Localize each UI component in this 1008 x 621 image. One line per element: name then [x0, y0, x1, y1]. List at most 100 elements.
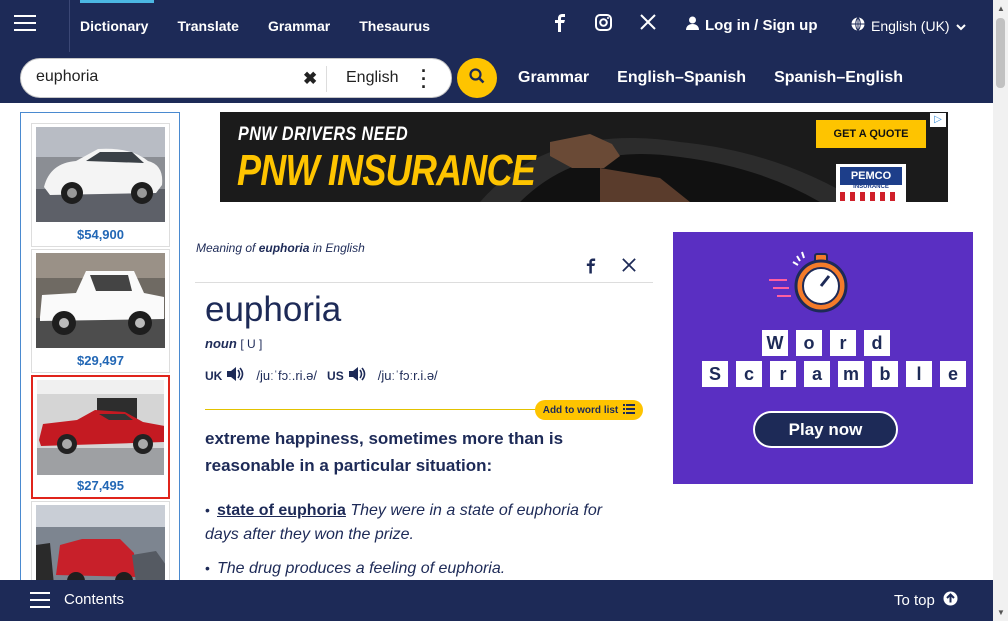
login-label: Log in / Sign up: [705, 16, 818, 34]
speaker-icon[interactable]: [226, 366, 244, 385]
letter-tile: r: [830, 330, 856, 356]
pemco-logo: PEMCO INSURANCE: [836, 164, 906, 202]
logo-text: PEMCO: [840, 167, 902, 185]
word-scramble-ad[interactable]: W o r d S c r a m b l e Play now: [673, 232, 973, 484]
letter-tile: l: [906, 361, 932, 387]
search-divider: [326, 66, 327, 92]
page-scrollbar[interactable]: ▲ ▼: [993, 0, 1008, 621]
share-x-icon[interactable]: [622, 258, 636, 277]
example-sentence: • state of euphoria They were in a state …: [205, 498, 615, 547]
word-tiles-row-1: W o r d: [762, 330, 890, 356]
link-english-spanish[interactable]: English–Spanish: [617, 69, 746, 87]
car-price: $29,497: [77, 353, 124, 368]
more-options-icon[interactable]: · · ·: [421, 62, 427, 96]
x-twitter-icon[interactable]: [640, 14, 656, 35]
ad-cta-button[interactable]: GET A QUOTE: [816, 120, 926, 148]
car-image: [37, 380, 164, 475]
main-nav: Dictionary Translate Grammar Thesaurus: [80, 0, 459, 52]
insurance-ad-banner[interactable]: PNW DRIVERS NEED PNW INSURANCE GET A QUO…: [220, 112, 948, 202]
search-button[interactable]: [457, 58, 497, 98]
car-price: $27,495: [77, 478, 124, 493]
letter-tile: e: [940, 361, 966, 387]
word-tiles-row-2: S c r a m b l e: [702, 361, 966, 387]
letter-tile: r: [770, 361, 796, 387]
letter-tile: c: [736, 361, 762, 387]
nav-dictionary[interactable]: Dictionary: [80, 0, 155, 52]
pronunciation-row: UK /juːˈfɔː.ri.ə/ US /juːˈfɔːr.i.ə/: [205, 366, 448, 385]
search-quick-links: Grammar English–Spanish Spanish–English: [518, 69, 903, 87]
search-icon: [469, 67, 485, 89]
facebook-icon[interactable]: [554, 14, 566, 37]
search-bar: ✖ English ··· Grammar English–Spanish Sp…: [0, 52, 993, 103]
section-rule: [205, 409, 545, 410]
clear-icon[interactable]: ✖: [303, 69, 317, 89]
letter-tile: m: [838, 361, 864, 387]
bullet: •: [205, 560, 210, 576]
list-icon: [623, 403, 636, 417]
share-facebook-icon[interactable]: [586, 258, 596, 279]
example-sentence: • The drug produces a feeling of euphoria…: [205, 556, 615, 581]
car-listing-item-selected[interactable]: $27,495: [31, 375, 170, 499]
to-top-label: To top: [894, 592, 935, 609]
car-listing-item[interactable]: $29,497: [31, 249, 170, 373]
instagram-icon[interactable]: [595, 14, 612, 36]
pos-label: noun: [205, 336, 237, 351]
car-image: [36, 127, 165, 222]
scroll-up-arrow-icon[interactable]: ▲: [997, 4, 1005, 13]
car-listing-item[interactable]: [31, 501, 170, 581]
add-to-word-list-button[interactable]: Add to word list: [535, 400, 643, 420]
us-label: US: [327, 368, 344, 383]
letter-tile: b: [872, 361, 898, 387]
scroll-thumb[interactable]: [996, 18, 1005, 88]
letter-tile: a: [804, 361, 830, 387]
chevron-down-icon: [955, 18, 966, 34]
logo-sub-text: INSURANCE: [853, 184, 889, 190]
ad-headline-2: PNW INSURANCE: [237, 146, 536, 195]
link-spanish-english[interactable]: Spanish–English: [774, 69, 903, 87]
entry-divider: [195, 282, 653, 283]
link-grammar[interactable]: Grammar: [518, 69, 589, 87]
menu-icon[interactable]: [14, 15, 36, 33]
crumb-prefix: Meaning of: [196, 241, 259, 255]
nav-grammar[interactable]: Grammar: [268, 0, 330, 52]
arrow-up-circle-icon: [943, 591, 958, 610]
globe-icon: [851, 17, 865, 34]
search-input[interactable]: [36, 68, 296, 86]
to-top-link[interactable]: To top: [894, 591, 958, 610]
top-nav-bar: Dictionary Translate Grammar Thesaurus L…: [0, 0, 993, 52]
login-link[interactable]: Log in / Sign up: [686, 16, 817, 34]
uk-label: UK: [205, 368, 223, 383]
play-now-button[interactable]: Play now: [753, 411, 898, 448]
uk-ipa: /juːˈfɔː.ri.ə/: [256, 368, 318, 383]
car-listing-ad: $54,900 $29,497 $27,495: [20, 112, 180, 582]
contents-menu-icon[interactable]: [30, 592, 50, 608]
part-of-speech: noun [ U ]: [205, 336, 262, 351]
speaker-icon[interactable]: [348, 366, 366, 385]
example-keyword[interactable]: state of euphoria: [217, 502, 346, 519]
us-ipa: /juːˈfɔːr.i.ə/: [377, 368, 438, 383]
letter-tile: W: [762, 330, 788, 356]
ad-headline-1: PNW DRIVERS NEED: [238, 124, 409, 145]
bullet: •: [205, 502, 210, 518]
car-listing-item[interactable]: $54,900: [31, 123, 170, 247]
example-text: The drug produces a feeling of euphoria.: [217, 560, 506, 577]
letter-tile: o: [796, 330, 822, 356]
bottom-bar: Contents To top: [0, 580, 993, 621]
grammar-code: [ U ]: [240, 337, 263, 351]
crumb-suffix: in English: [309, 241, 365, 255]
language-selector[interactable]: English (UK): [851, 17, 966, 34]
nav-thesaurus[interactable]: Thesaurus: [359, 0, 430, 52]
letter-tile: d: [864, 330, 890, 356]
adchoices-icon[interactable]: ▷: [930, 113, 946, 127]
search-box: ✖ English ···: [20, 58, 452, 98]
nav-divider: [69, 0, 70, 52]
search-language[interactable]: English: [346, 69, 398, 87]
add-to-list-label: Add to word list: [542, 404, 619, 416]
scroll-down-arrow-icon[interactable]: ▼: [997, 608, 1005, 617]
letter-tile: S: [702, 361, 728, 387]
headword: euphoria: [205, 290, 342, 329]
nav-translate[interactable]: Translate: [177, 0, 238, 52]
car-image: [36, 505, 165, 581]
contents-link[interactable]: Contents: [64, 591, 124, 608]
crumb-word: euphoria: [258, 241, 310, 255]
